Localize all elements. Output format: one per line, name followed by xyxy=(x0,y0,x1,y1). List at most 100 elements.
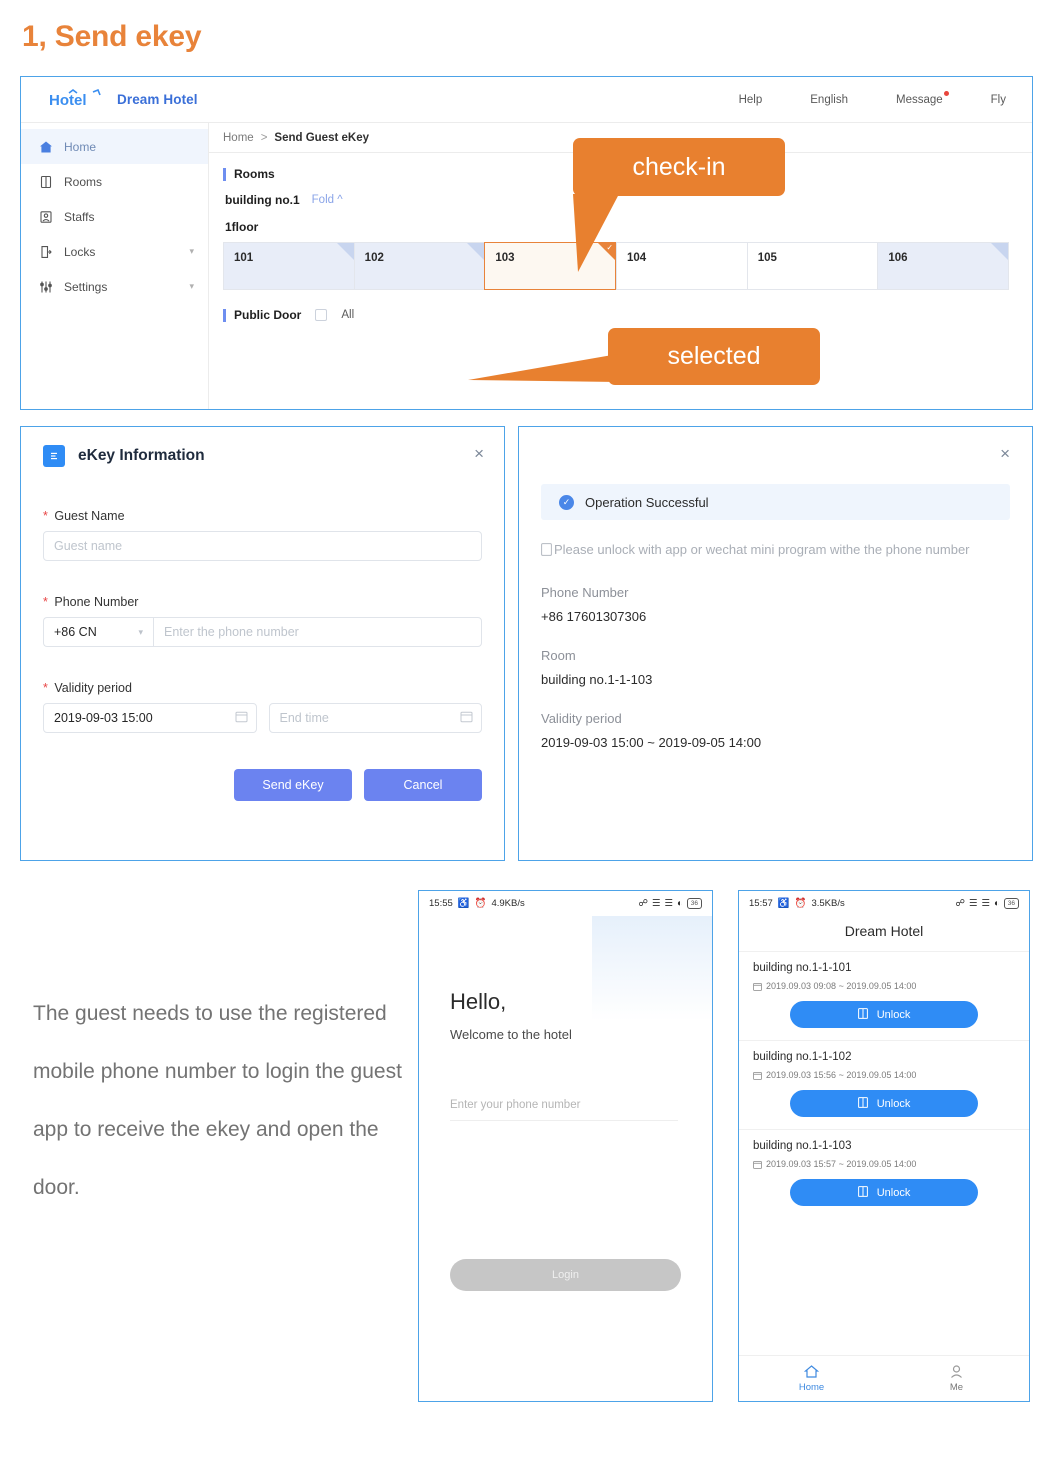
signal-icon-2: ☰ xyxy=(981,898,991,909)
battery-icon: 36 xyxy=(686,898,702,909)
fold-toggle[interactable]: Fold ^ xyxy=(312,194,343,206)
brand-logo[interactable]: Hotel Dream Hotel xyxy=(49,88,198,111)
validity-period-label-text: Validity period xyxy=(54,681,132,695)
ekey-validity: 2019.09.03 15:57 ~ 2019.09.05 14:00 xyxy=(753,1159,1029,1169)
phone-field-group: * Phone Number +86 CN ▾ xyxy=(21,595,504,647)
validity-group: Validity period 2019-09-03 15:00 ~ 2019-… xyxy=(541,711,1032,750)
door-icon xyxy=(857,1008,868,1019)
nav-label: Help xyxy=(738,93,763,106)
status-bar: 15:55 ♿ ⏰ 4.9KB/s ☍ ☰ ☰ ◐ 36 xyxy=(419,891,712,916)
message-badge-dot xyxy=(943,90,949,96)
callout-check-in-label: check-in xyxy=(632,152,726,181)
nav-item-english[interactable]: English xyxy=(810,94,848,106)
bluetooth-icon: ☍ xyxy=(955,898,965,909)
room-card-105[interactable]: 105 xyxy=(746,242,878,290)
network-speed: 4.9KB/s xyxy=(491,898,525,909)
sidebar-item-home[interactable]: Home xyxy=(21,129,208,164)
send-ekey-button[interactable]: Send eKey xyxy=(234,769,352,801)
section-accent-bar xyxy=(223,308,226,322)
phone-number-input[interactable] xyxy=(153,617,482,647)
ekey-information-dialog: eKey Information × * Guest Name * Phone … xyxy=(20,426,505,861)
wifi-icon: ◐ xyxy=(994,898,1000,909)
room-card-101[interactable]: 101 xyxy=(223,242,354,290)
status-time: 15:55 xyxy=(429,898,453,909)
door-icon xyxy=(38,174,53,189)
phone-number-value: +86 17601307306 xyxy=(541,608,647,624)
callout-tail-icon xyxy=(573,194,619,272)
start-time-input[interactable] xyxy=(43,703,257,733)
room-number: 103 xyxy=(495,252,515,264)
unlock-button[interactable]: Unlock xyxy=(790,1001,978,1028)
page-title: 1, Send ekey xyxy=(22,20,202,53)
end-time-input[interactable] xyxy=(268,703,482,733)
sidebar: Home Rooms Staffs Locks ▾ Settings ▾ xyxy=(21,123,209,409)
app-header: Hotel Dream Hotel Help English Message F… xyxy=(21,77,1032,123)
guest-name-label: * Guest Name xyxy=(43,509,482,523)
rooms-section-title: Rooms xyxy=(234,167,275,181)
nav-label: Message xyxy=(895,93,943,106)
phone-number-label-text: Phone Number xyxy=(54,595,139,609)
required-marker: * xyxy=(43,509,48,523)
nav-item-help[interactable]: Help xyxy=(739,94,763,106)
unlock-button[interactable]: Unlock xyxy=(790,1090,978,1117)
fold-label: Fold xyxy=(311,194,335,206)
tab-home[interactable]: Home xyxy=(739,1356,884,1401)
guest-name-input[interactable] xyxy=(43,531,482,561)
welcome-subtitle: Welcome to the hotel xyxy=(450,1027,572,1042)
tab-me[interactable]: Me xyxy=(884,1356,1029,1401)
phone-input-row: +86 CN ▾ xyxy=(43,617,482,647)
close-icon[interactable]: × xyxy=(1000,445,1010,462)
phone-number-group: Phone Number +86 17601307306 xyxy=(541,585,1032,624)
sidebar-item-staffs[interactable]: Staffs xyxy=(21,199,208,234)
door-icon xyxy=(857,1186,868,1197)
calendar-icon xyxy=(753,982,762,991)
validity-field-group: * Validity period xyxy=(21,681,504,733)
callout-tail-icon xyxy=(468,354,618,382)
phone-number-label: * Phone Number xyxy=(43,595,482,609)
room-card-106[interactable]: 106 xyxy=(877,242,1010,290)
chevron-down-icon: ▾ xyxy=(189,246,194,256)
signal-icon: ☰ xyxy=(968,898,978,909)
cancel-button[interactable]: Cancel xyxy=(364,769,482,801)
hotel-logo-icon: Hotel xyxy=(49,88,101,109)
close-icon[interactable]: × xyxy=(474,445,484,462)
success-banner: ✓ Operation Successful xyxy=(541,484,1010,520)
unlock-hint: Please unlock with app or wechat mini pr… xyxy=(541,540,1008,561)
sidebar-item-rooms[interactable]: Rooms xyxy=(21,164,208,199)
status-icons-right: ☍ ☰ ☰ ◐ 36 xyxy=(955,898,1019,909)
network-speed: 3.5KB/s xyxy=(811,898,845,909)
room-status-corner-icon xyxy=(467,243,485,260)
breadcrumb-home[interactable]: Home xyxy=(223,132,254,144)
room-status-corner-icon xyxy=(336,243,354,260)
greeting-heading: Hello, xyxy=(450,989,507,1014)
sidebar-item-label: Settings xyxy=(64,279,108,294)
unlock-label: Unlock xyxy=(876,1187,911,1199)
country-code-select[interactable]: +86 CN ▾ xyxy=(43,617,153,647)
nav-item-message[interactable]: Message xyxy=(895,90,949,106)
sidebar-item-settings[interactable]: Settings ▾ xyxy=(21,269,208,304)
ekey-room-name: building no.1-1-103 xyxy=(753,1140,852,1152)
public-door-all-checkbox[interactable] xyxy=(315,309,328,321)
validity-inputs-row xyxy=(43,703,482,733)
mute-icon: ♿ xyxy=(457,898,470,909)
svg-text:Hotel: Hotel xyxy=(49,92,87,109)
room-card-102[interactable]: 102 xyxy=(353,242,485,290)
breadcrumb-current: Send Guest eKey xyxy=(274,131,369,144)
sidebar-item-locks[interactable]: Locks ▾ xyxy=(21,234,208,269)
building-name: building no.1 xyxy=(225,193,300,207)
ekey-validity: 2019.09.03 09:08 ~ 2019.09.05 14:00 xyxy=(753,981,1029,991)
unlock-button[interactable]: Unlock xyxy=(790,1179,978,1206)
dialog-title: eKey Information xyxy=(78,447,205,464)
room-number: 105 xyxy=(757,252,777,264)
caption-text: The guest needs to use the registered mo… xyxy=(33,1002,402,1199)
login-button[interactable]: Login xyxy=(450,1259,681,1291)
nav-item-fly[interactable]: Fly xyxy=(991,94,1006,106)
ekey-validity-text: 2019.09.03 15:56 ~ 2019.09.05 14:00 xyxy=(766,1070,917,1080)
ekey-validity: 2019.09.03 15:56 ~ 2019.09.05 14:00 xyxy=(753,1070,1029,1080)
signal-icon-2: ☰ xyxy=(664,898,674,909)
sidebar-item-label: Home xyxy=(64,139,97,154)
app-title: Dream Hotel xyxy=(844,923,924,939)
room-status-corner-icon xyxy=(991,243,1009,260)
phone-number-key: Phone Number xyxy=(541,584,629,600)
phone-number-input[interactable]: Enter your phone number xyxy=(450,1099,678,1121)
